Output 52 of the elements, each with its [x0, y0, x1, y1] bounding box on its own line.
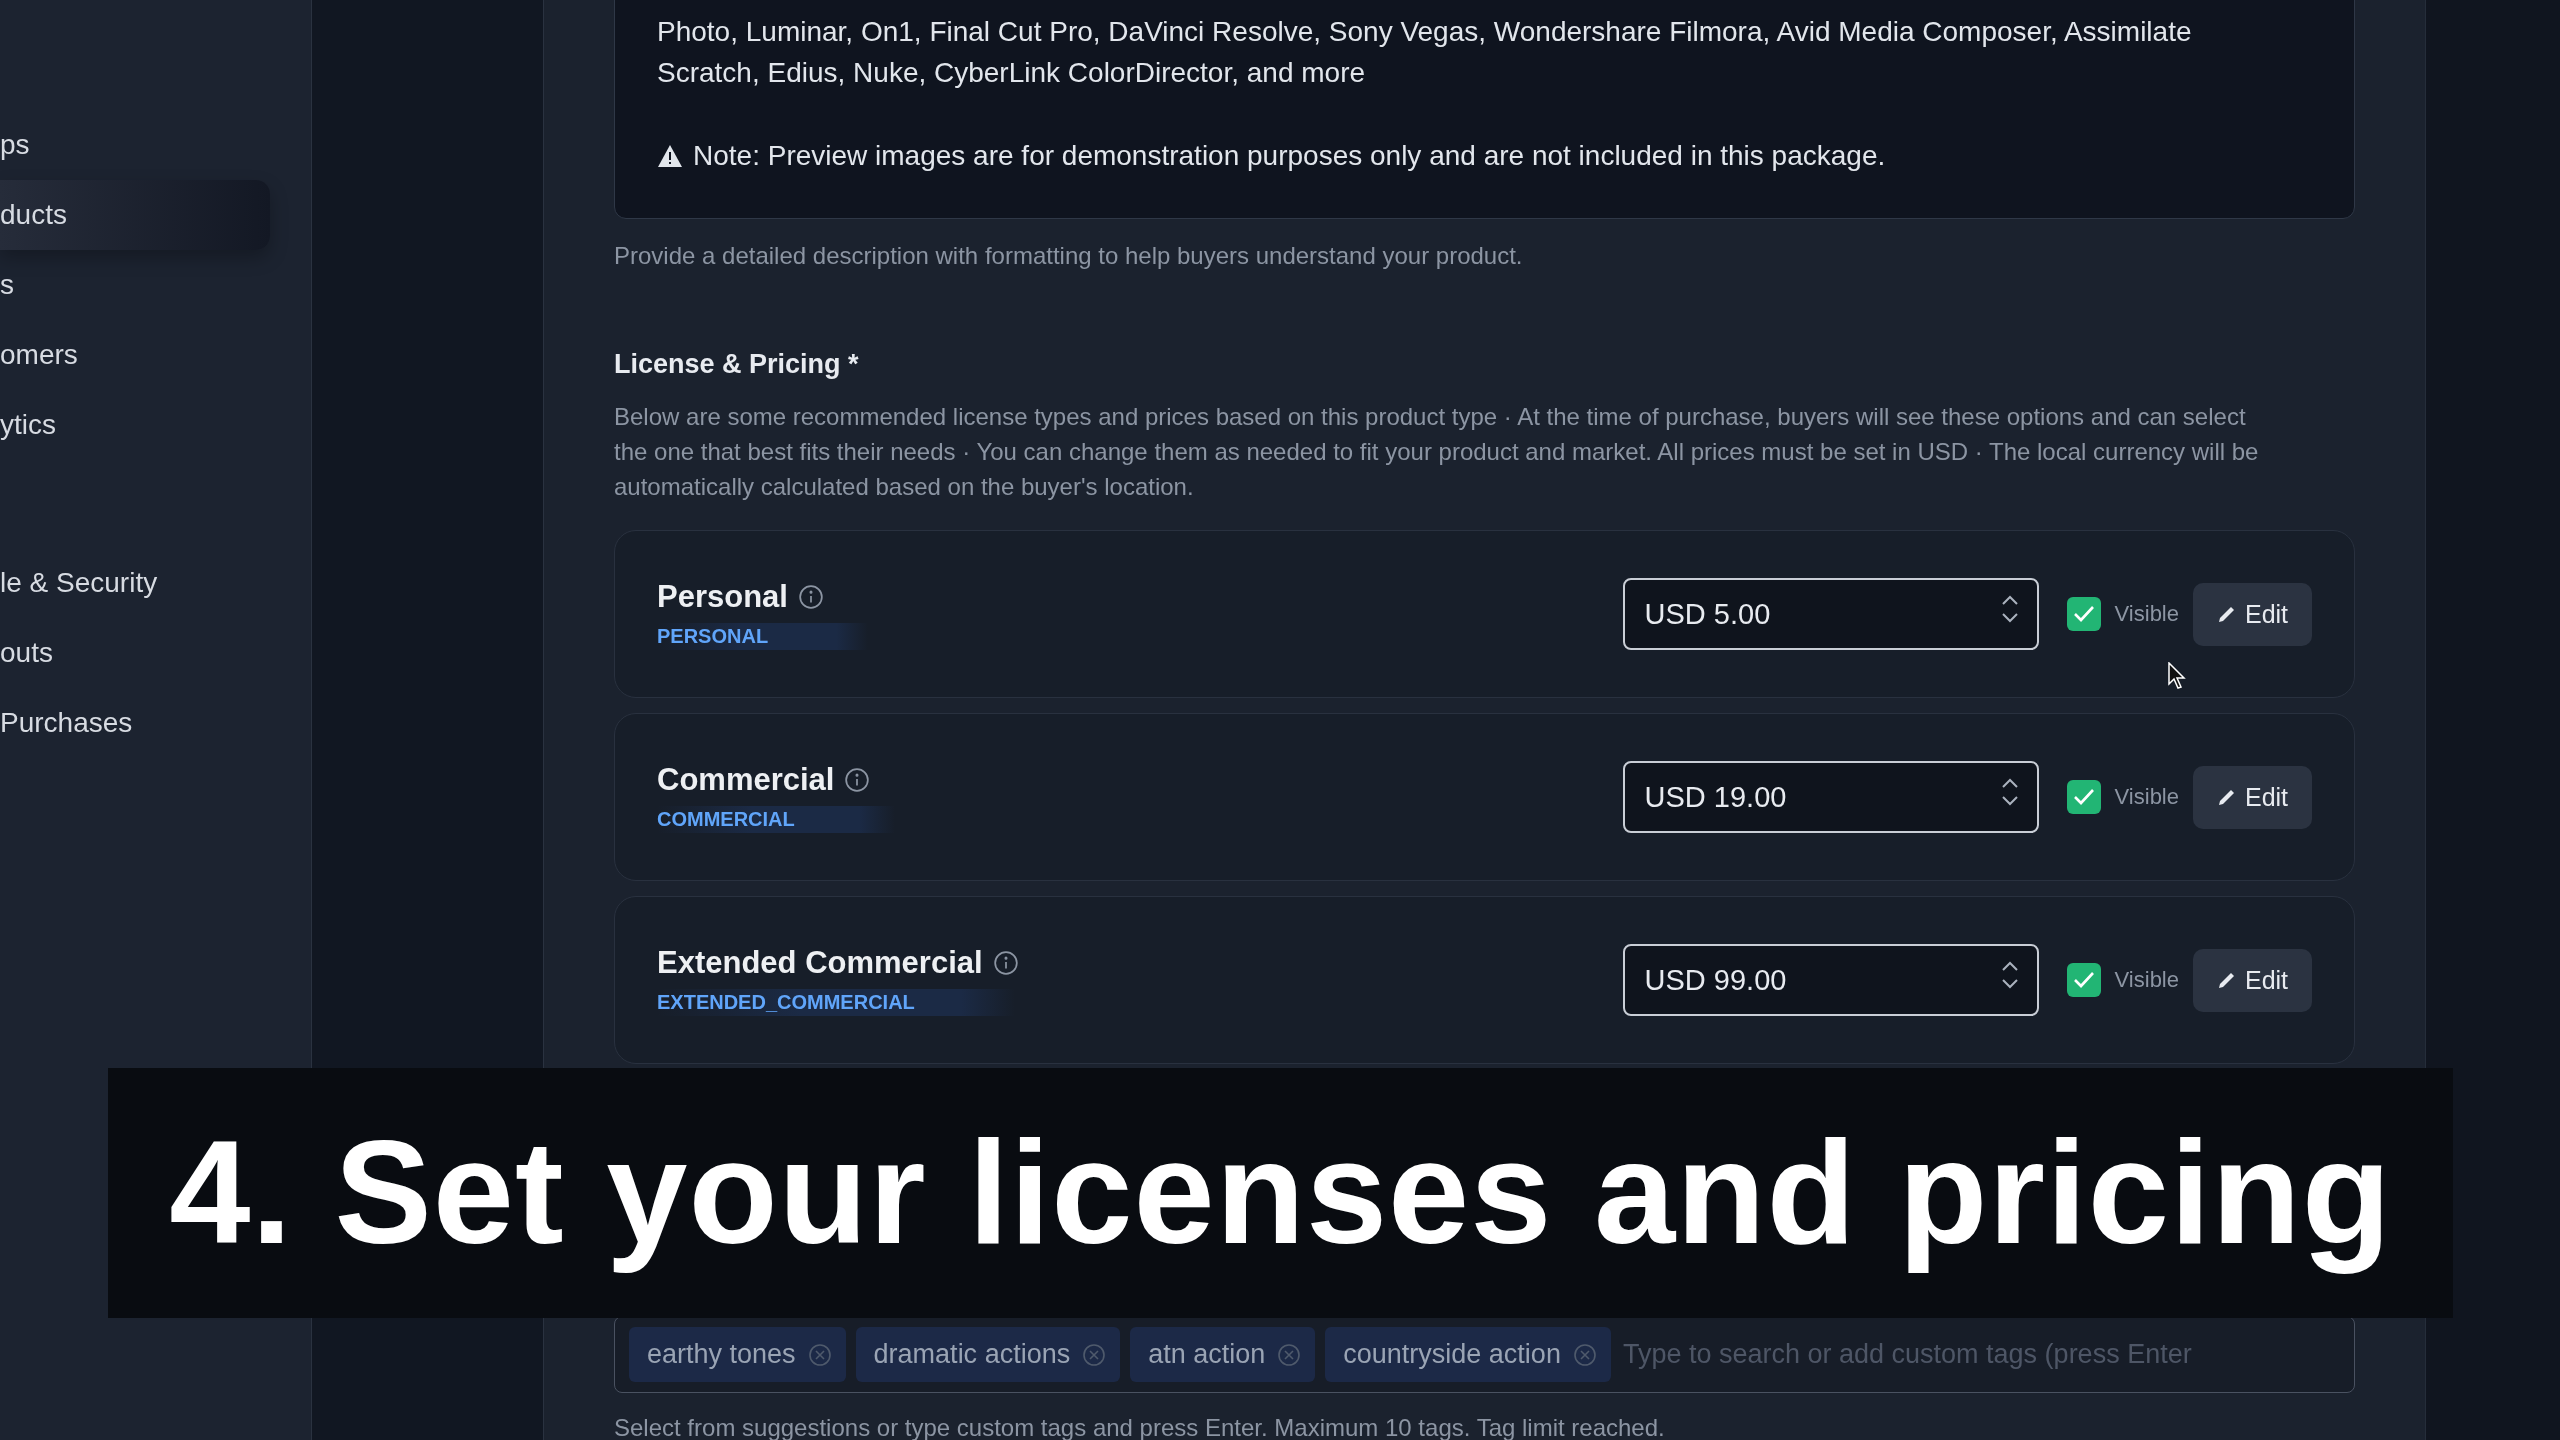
tag-chip[interactable]: atn action	[1130, 1327, 1316, 1382]
visible-checkbox[interactable]	[2066, 597, 2101, 631]
sidebar-item[interactable]: le & Security	[0, 548, 270, 618]
edit-button[interactable]: Edit	[2193, 948, 2312, 1012]
sidebar-item[interactable]: Purchases	[0, 688, 270, 758]
info-icon	[844, 766, 871, 793]
license-title: Personal	[657, 578, 788, 615]
price-field[interactable]: USD 99.00	[1622, 944, 2039, 1016]
chevron-down-icon[interactable]	[2000, 978, 2019, 989]
sidebar-item[interactable]: ytics	[0, 390, 270, 460]
caption-text: 4. Set your licenses and pricing	[169, 1110, 2392, 1276]
helper-text: Provide a detailed description with formatting to help buyers understand your product.	[614, 241, 1524, 271]
intro-text: Below are some recommended license types and prices based on this product type · At the time of purchase, buyers will see these options and can select the one that best fits their needs · You can change them as needed to fit your product and market. All prices must be set in USD · The local currency will be automatically calculated based on the buyer's location.	[614, 402, 2260, 502]
price-field[interactable]: USD 19.00	[1622, 761, 2039, 833]
tag-chip[interactable]: countryside action	[1325, 1327, 1611, 1382]
visible-label: Visible	[2114, 601, 2179, 627]
check-icon	[2071, 787, 2096, 807]
visible-label: Visible	[2114, 784, 2179, 810]
edit-button[interactable]: Edit	[2193, 765, 2312, 829]
cursor-icon	[2168, 662, 2186, 690]
pencil-icon	[2216, 787, 2237, 807]
pencil-icon	[2216, 970, 2237, 990]
check-icon	[2071, 970, 2096, 990]
visible-checkbox[interactable]	[2066, 780, 2101, 814]
section-title: License & Pricing *	[614, 348, 860, 381]
info-icon	[797, 583, 824, 610]
chevron-down-icon[interactable]	[2000, 795, 2019, 806]
description-text: Photo, Luminar, On1, Final Cut Pro, DaVinci Resolve, Sony Vegas, Wondershare Filmora, Avid Media Composer, Assimilate Scratch, Edius, Nuke, CyberLink ColorDirector, and more	[657, 15, 2193, 90]
pencil-icon	[2216, 604, 2237, 624]
edit-button[interactable]: Edit	[2193, 582, 2312, 646]
visible-checkbox[interactable]	[2066, 963, 2101, 997]
description-editor[interactable]	[614, 0, 2355, 219]
sidebar-item[interactable]: outs	[0, 618, 270, 688]
check-icon	[2071, 604, 2096, 624]
sidebar-item[interactable]: ducts	[0, 180, 270, 250]
tag-chip[interactable]: dramatic actions	[855, 1327, 1121, 1382]
sidebar-item[interactable]: ps	[0, 110, 270, 180]
license-title: Extended Commercial	[657, 944, 983, 981]
note-text: Note: Preview images are for demonstration purposes only and are not included in this package.	[693, 139, 1886, 173]
tags-field[interactable]: earthy tones dramatic actions atn action countryside action Type to search or add custom tags (press Enter	[614, 1316, 2355, 1393]
tag-chip[interactable]: earthy tones	[629, 1327, 846, 1382]
chevron-up-icon[interactable]	[2000, 595, 2019, 606]
chevron-down-icon[interactable]	[2000, 612, 2019, 623]
sidebar-item[interactable]: s	[0, 250, 270, 320]
license-title: Commercial	[657, 761, 835, 798]
sidebar-item[interactable]: omers	[0, 320, 270, 390]
warning-icon	[657, 143, 683, 168]
chevron-up-icon[interactable]	[2000, 778, 2019, 789]
chevron-up-icon[interactable]	[2000, 961, 2019, 972]
price-field[interactable]: USD 5.00	[1622, 578, 2039, 650]
info-icon	[992, 949, 1019, 976]
visible-label: Visible	[2114, 967, 2179, 993]
